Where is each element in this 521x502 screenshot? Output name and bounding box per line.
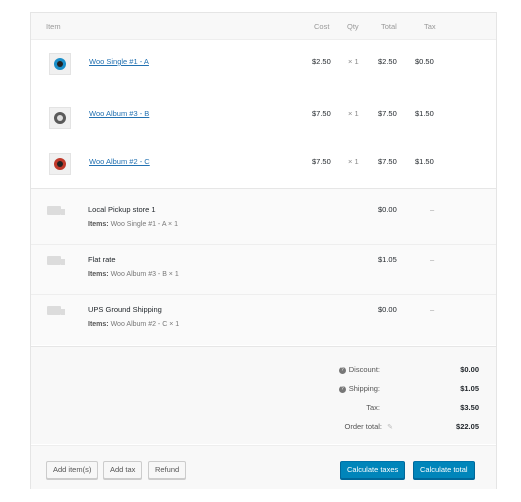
line-item-row: Woo Album #2 - C $7.50 × 1 $7.50 $1.50 [31,139,496,189]
line-item-row: Woo Album #3 - B $7.50 × 1 $7.50 $1.50 [31,89,496,139]
shipping-items: Items: Woo Album #2 - C × 1 [88,321,179,328]
shipping-value: $1.05 [460,384,479,393]
product-link[interactable]: Woo Single #1 - A [89,57,149,66]
vinyl-disc-icon [54,58,66,70]
item-cost: $2.50 [312,57,331,66]
shipping-total: $0.00 [378,305,397,314]
truck-icon [47,256,65,265]
shipping-total: $0.00 [378,205,397,214]
items-table-header: Item Cost Qty Total Tax [31,13,496,40]
tax-label: Tax: [366,403,380,412]
product-link[interactable]: Woo Album #3 - B [89,109,149,118]
order-total-label: Order total: ✎ [344,422,393,431]
product-thumbnail[interactable] [49,153,71,175]
shipping-lines: Local Pickup store 1 Items: Woo Single #… [31,189,496,345]
shipping-label-text: Shipping: [348,384,380,393]
product-link[interactable]: Woo Album #2 - C [89,157,150,166]
shipping-tax: – [430,205,435,214]
item-total: $2.50 [378,57,397,66]
order-items-panel: Item Cost Qty Total Tax Woo Single #1 - … [30,12,497,489]
header-qty: Qty [347,22,359,31]
order-total-value: $22.05 [456,422,479,431]
line-item-row: Woo Single #1 - A $2.50 × 1 $2.50 $0.50 [31,39,496,89]
shipping-items-value: Woo Single #1 - A × 1 [110,221,178,228]
truck-icon [47,306,65,315]
pencil-icon[interactable]: ✎ [386,423,393,431]
item-tax: $1.50 [415,109,434,118]
order-total-label-text: Order total: [344,422,382,431]
discount-value: $0.00 [460,365,479,374]
shipping-method-name: UPS Ground Shipping [88,305,162,314]
item-tax: $0.50 [415,57,434,66]
truck-icon [47,206,65,215]
shipping-label: ? Shipping: [338,384,380,393]
shipping-row: Flat rate Items: Woo Album #3 - B × 1 $1… [31,242,496,294]
shipping-total: $1.05 [378,255,397,264]
item-qty: × 1 [348,109,359,118]
items-label: Items: [88,271,109,278]
shipping-tax: – [430,255,435,264]
vinyl-disc-icon [54,112,66,124]
shipping-row: Local Pickup store 1 Items: Woo Single #… [31,192,496,244]
discount-label-text: Discount: [348,365,380,374]
header-total: Total [381,22,397,31]
shipping-items-value: Woo Album #3 - B × 1 [110,271,179,278]
shipping-method-name: Local Pickup store 1 [88,205,156,214]
order-totals: ? Discount: $0.00 ? Shipping: $1.05 Tax: $… [31,347,496,444]
header-tax: Tax [424,22,436,31]
help-icon[interactable]: ? [338,385,346,393]
item-cost: $7.50 [312,109,331,118]
item-qty: × 1 [348,157,359,166]
help-icon[interactable]: ? [338,366,346,374]
actions-bar: Add item(s) Add tax Refund Calculate tax… [31,445,496,489]
items-label: Items: [88,321,109,328]
refund-button[interactable]: Refund [148,461,187,479]
header-item: Item [46,22,61,31]
item-cost: $7.50 [312,157,331,166]
calculate-taxes-button[interactable]: Calculate taxes [340,461,406,479]
item-total: $7.50 [378,109,397,118]
shipping-items: Items: Woo Album #3 - B × 1 [88,271,179,278]
discount-label: ? Discount: [338,365,380,374]
add-tax-button[interactable]: Add tax [103,461,143,479]
product-thumbnail[interactable] [49,107,71,129]
header-cost: Cost [314,22,330,31]
shipping-items-value: Woo Album #2 - C × 1 [110,321,180,328]
tax-value: $3.50 [460,403,479,412]
shipping-tax: – [430,305,435,314]
calculate-total-button[interactable]: Calculate total [413,461,475,479]
product-thumbnail[interactable] [49,53,71,75]
items-label: Items: [88,221,109,228]
shipping-items: Items: Woo Single #1 - A × 1 [88,221,178,228]
vinyl-disc-icon [54,158,66,170]
shipping-row: UPS Ground Shipping Items: Woo Album #2 … [31,292,496,344]
item-tax: $1.50 [415,157,434,166]
add-items-button[interactable]: Add item(s) [46,461,99,479]
item-total: $7.50 [378,157,397,166]
item-qty: × 1 [348,57,359,66]
shipping-method-name: Flat rate [88,255,116,264]
